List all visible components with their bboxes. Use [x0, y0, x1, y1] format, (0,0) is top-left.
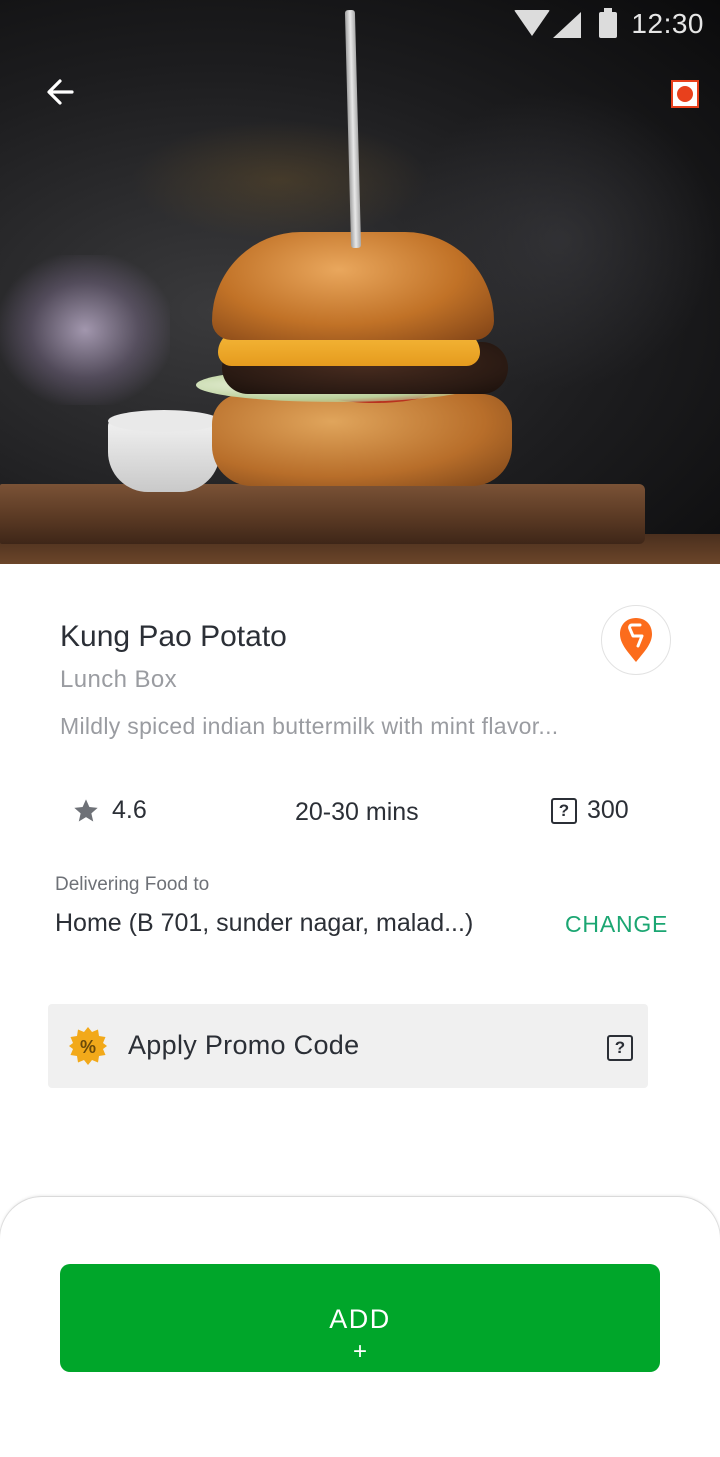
delivery-time: 20-30 mins — [295, 798, 419, 826]
price-icon: ? — [551, 797, 577, 824]
brand-badge — [601, 605, 671, 675]
star-icon — [74, 798, 98, 821]
back-button[interactable] — [40, 72, 84, 112]
svg-text:%: % — [80, 1037, 96, 1057]
status-time: 12:30 — [631, 8, 704, 39]
promo-label: Apply Promo Code — [128, 1030, 360, 1060]
add-button-label: ADD — [329, 1304, 391, 1334]
hero-food-image — [0, 0, 720, 564]
status-bar: 12:30 — [0, 0, 720, 50]
price: ? 300 — [551, 796, 629, 825]
delivery-address: Home (B 701, sunder nagar, malad...) — [55, 909, 474, 937]
delivery-label: Delivering Food to — [55, 874, 210, 895]
restaurant-name: Lunch Box — [60, 666, 178, 693]
battery-icon — [599, 8, 617, 38]
change-address-button[interactable]: CHANGE — [565, 911, 668, 938]
add-button[interactable]: ADD + — [60, 1264, 660, 1372]
wifi-icon — [514, 10, 550, 36]
brand-logo-icon — [620, 618, 652, 662]
record-icon — [671, 80, 699, 108]
product-title: Kung Pao Potato — [60, 620, 287, 653]
help-icon[interactable]: ? — [607, 1035, 633, 1061]
plus-icon: + — [352, 1338, 367, 1365]
product-description: Mildly spiced indian buttermilk with min… — [60, 713, 559, 739]
record-button[interactable] — [671, 80, 699, 108]
cellular-icon — [553, 12, 581, 38]
apply-promo-button[interactable]: % Apply Promo Code ? — [48, 1004, 648, 1088]
percent-badge-icon: % — [69, 1027, 107, 1065]
back-arrow-icon — [47, 79, 74, 105]
rating: 4.6 — [72, 796, 147, 825]
rating-value: 4.6 — [112, 796, 147, 824]
price-value: 300 — [587, 796, 629, 824]
stats-row: 4.6 20-30 mins ? 300 — [0, 796, 720, 836]
